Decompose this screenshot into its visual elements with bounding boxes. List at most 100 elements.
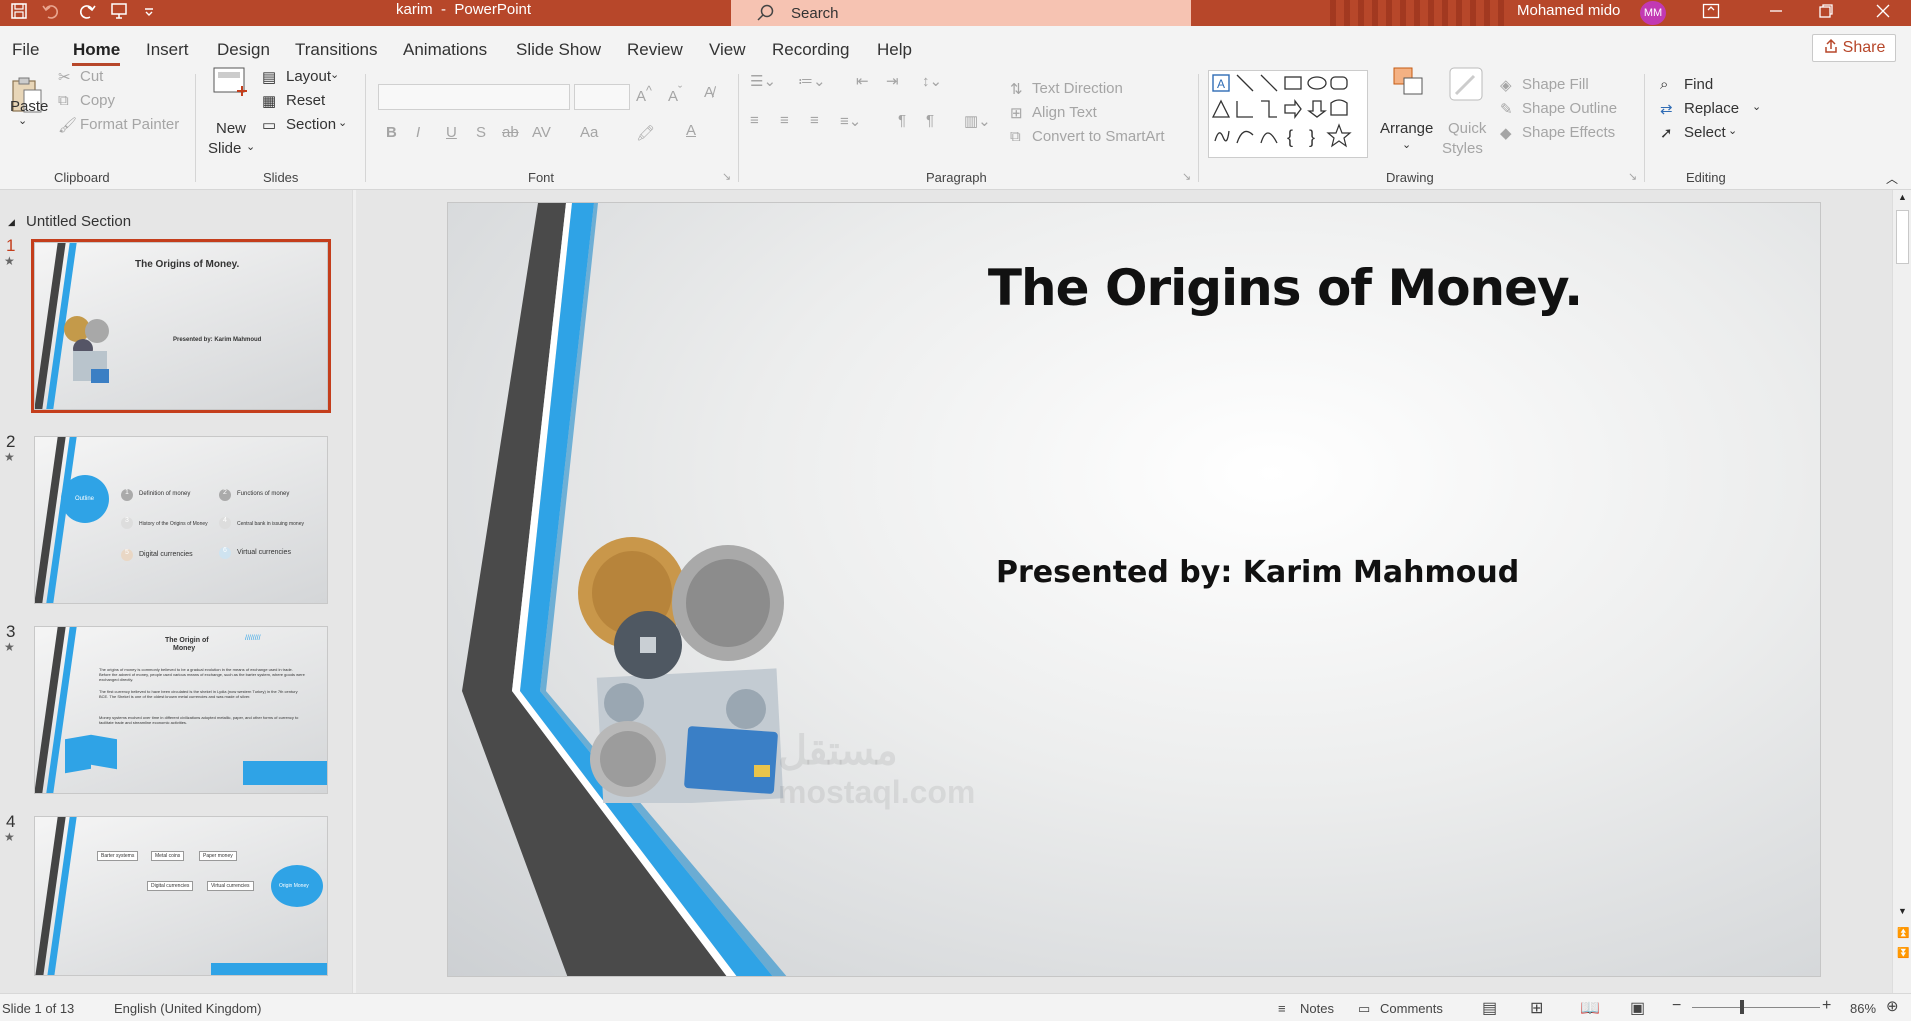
- previous-slide-icon[interactable]: ⏫: [1897, 928, 1909, 939]
- normal-view-icon[interactable]: ▤: [1482, 998, 1497, 1018]
- tab-help[interactable]: Help: [877, 40, 912, 60]
- scroll-down-icon[interactable]: ▼: [1898, 906, 1907, 916]
- tab-design[interactable]: Design: [217, 40, 270, 60]
- clear-formatting-icon[interactable]: A̸: [704, 84, 714, 101]
- strikethrough-button[interactable]: ab: [502, 124, 519, 141]
- arrange-dropdown-icon[interactable]: ⌄: [1402, 138, 1411, 151]
- paste-dropdown-icon[interactable]: ⌄: [18, 114, 27, 127]
- select-button[interactable]: Select: [1684, 124, 1726, 141]
- justify-icon[interactable]: ≡⌄: [840, 112, 861, 130]
- section-button[interactable]: Section: [286, 116, 336, 133]
- font-dialog-launcher-icon[interactable]: ↘: [722, 170, 731, 183]
- select-dropdown-icon[interactable]: ⌄: [1728, 124, 1737, 137]
- zoom-slider-thumb[interactable]: [1740, 1000, 1744, 1014]
- section-title[interactable]: Untitled Section: [26, 213, 131, 230]
- increase-font-icon[interactable]: A^: [636, 84, 652, 105]
- shapes-gallery[interactable]: A {}: [1208, 70, 1368, 158]
- layout-dropdown-icon[interactable]: ⌄: [330, 68, 339, 81]
- scroll-thumb[interactable]: [1896, 210, 1909, 264]
- quick-styles-label-2[interactable]: Styles: [1442, 140, 1483, 157]
- slide-subtitle[interactable]: Presented by: Karim Mahmoud: [996, 555, 1519, 590]
- share-button[interactable]: Share: [1812, 34, 1896, 62]
- align-left-icon[interactable]: ≡: [750, 112, 759, 129]
- restore-icon[interactable]: [1818, 3, 1834, 24]
- tab-slide-show[interactable]: Slide Show: [516, 40, 601, 60]
- zoom-in-button[interactable]: +: [1822, 997, 1831, 1015]
- notes-button[interactable]: Notes: [1300, 1001, 1334, 1016]
- text-direction-button[interactable]: Text Direction: [1032, 80, 1123, 97]
- reading-view-icon[interactable]: 📖: [1580, 998, 1600, 1018]
- shadow-button[interactable]: S: [476, 124, 486, 141]
- tab-home[interactable]: Home: [73, 40, 120, 60]
- minimize-icon[interactable]: [1768, 3, 1784, 24]
- shape-outline-button[interactable]: Shape Outline: [1522, 100, 1617, 117]
- shape-effects-button[interactable]: Shape Effects: [1522, 124, 1615, 141]
- current-slide[interactable]: The Origins of Money. Presented by: Kari…: [447, 202, 1821, 977]
- slide-counter[interactable]: Slide 1 of 13: [2, 1001, 74, 1016]
- customize-qat-icon[interactable]: [142, 4, 156, 18]
- present-icon[interactable]: [110, 2, 128, 20]
- rtl-icon[interactable]: ¶: [926, 112, 934, 129]
- scroll-up-icon[interactable]: ▲: [1898, 192, 1907, 202]
- shape-fill-button[interactable]: Shape Fill: [1522, 76, 1589, 93]
- drawing-dialog-launcher-icon[interactable]: ↘: [1628, 170, 1637, 183]
- copy-button[interactable]: Copy: [80, 92, 115, 109]
- user-name[interactable]: Mohamed mido: [1517, 2, 1620, 19]
- language-indicator[interactable]: English (United Kingdom): [114, 1001, 261, 1016]
- new-slide-label-2[interactable]: Slide: [208, 140, 241, 157]
- ribbon-display-icon[interactable]: [1702, 3, 1720, 24]
- columns-icon[interactable]: ▥⌄: [964, 112, 991, 130]
- zoom-out-button[interactable]: −: [1672, 997, 1681, 1015]
- tab-file[interactable]: File: [12, 40, 39, 60]
- slide-sorter-icon[interactable]: ⊞: [1530, 998, 1543, 1018]
- paragraph-dialog-launcher-icon[interactable]: ↘: [1182, 170, 1191, 183]
- tab-recording[interactable]: Recording: [772, 40, 850, 60]
- tab-insert[interactable]: Insert: [146, 40, 189, 60]
- section-collapse-icon[interactable]: ◢: [8, 217, 15, 228]
- replace-button[interactable]: Replace: [1684, 100, 1739, 117]
- slideshow-view-icon[interactable]: ▣: [1630, 998, 1645, 1018]
- section-dropdown-icon[interactable]: ⌄: [338, 116, 347, 129]
- decrease-indent-icon[interactable]: ⇤: [856, 72, 869, 90]
- numbering-icon[interactable]: ≔⌄: [798, 72, 826, 90]
- font-name-select[interactable]: [378, 84, 570, 110]
- decrease-font-icon[interactable]: Aˇ: [668, 84, 682, 105]
- new-slide-dropdown-icon[interactable]: ⌄: [246, 140, 255, 153]
- slide-thumbnail-3[interactable]: The Origin of Money //////// The origins…: [34, 626, 328, 794]
- bold-button[interactable]: B: [386, 124, 397, 141]
- align-center-icon[interactable]: ≡: [780, 112, 789, 129]
- comments-button[interactable]: Comments: [1380, 1001, 1443, 1016]
- change-case-button[interactable]: Aa: [580, 124, 598, 141]
- next-slide-icon[interactable]: ⏬: [1897, 948, 1909, 959]
- align-text-button[interactable]: Align Text: [1032, 104, 1097, 121]
- save-icon[interactable]: [10, 2, 28, 20]
- tab-review[interactable]: Review: [627, 40, 683, 60]
- slide-title[interactable]: The Origins of Money.: [448, 259, 1820, 317]
- slide-thumbnail-1[interactable]: The Origins of Money. Presented by: Kari…: [31, 239, 331, 413]
- paste-label[interactable]: Paste: [10, 98, 48, 115]
- ltr-icon[interactable]: ¶: [898, 112, 906, 129]
- arrange-button[interactable]: Arrange: [1380, 120, 1433, 137]
- close-icon[interactable]: [1875, 3, 1891, 24]
- zoom-slider[interactable]: [1692, 1007, 1820, 1008]
- highlight-icon[interactable]: 🖍: [636, 124, 655, 142]
- align-right-icon[interactable]: ≡: [810, 112, 819, 129]
- character-spacing-button[interactable]: AV: [532, 124, 551, 141]
- reset-button[interactable]: Reset: [286, 92, 325, 109]
- format-painter-button[interactable]: Format Painter: [80, 116, 179, 133]
- line-spacing-icon[interactable]: ↕⌄: [922, 72, 942, 90]
- layout-button[interactable]: Layout: [286, 68, 331, 85]
- tab-transitions[interactable]: Transitions: [295, 40, 378, 60]
- tab-view[interactable]: View: [709, 40, 746, 60]
- slide-thumbnail-2[interactable]: Outline 1 Definition of money 2 Function…: [34, 436, 328, 604]
- cut-button[interactable]: Cut: [80, 68, 103, 85]
- avatar[interactable]: MM: [1640, 1, 1666, 25]
- increase-indent-icon[interactable]: ⇥: [886, 72, 899, 90]
- underline-button[interactable]: U: [446, 124, 457, 141]
- convert-smartart-button[interactable]: Convert to SmartArt: [1032, 128, 1165, 145]
- new-slide-label-1[interactable]: New: [216, 120, 246, 137]
- zoom-level[interactable]: 86%: [1850, 1001, 1876, 1016]
- font-size-select[interactable]: [574, 84, 630, 110]
- font-color-icon[interactable]: A: [686, 122, 696, 139]
- replace-dropdown-icon[interactable]: ⌄: [1752, 100, 1761, 113]
